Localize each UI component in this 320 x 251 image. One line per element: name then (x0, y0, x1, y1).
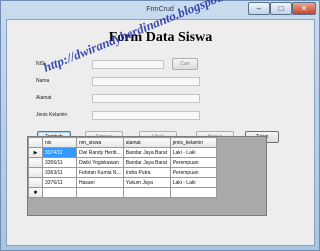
table-cell[interactable]: 3356/11 (42, 157, 77, 168)
table-cell[interactable]: Laki - Laki (169, 147, 217, 158)
table-cell[interactable]: Bandar Jaya Barat (122, 157, 171, 168)
data-table: nis nm_siswa alamat jenis_kelamin ▶ 3374… (28, 137, 217, 198)
jenis-kelamin-input[interactable] (92, 111, 200, 120)
table-cell[interactable]: Indra Putra (122, 167, 171, 178)
table-cell[interactable]: 3374/11 (42, 147, 77, 158)
alamat-label: Alamat (36, 95, 52, 101)
table-cell[interactable] (76, 187, 124, 198)
header-row: nis nm_siswa alamat jenis_kelamin (28, 137, 217, 148)
table-row[interactable]: 3363/11 Febrian Kumia N... Indra Putra P… (28, 167, 217, 178)
jenis-kelamin-label: Jenis Kelamin (36, 112, 68, 118)
table-row[interactable]: ▶ 3374/11 Dwi Randy Herdi... Bandar Jaya… (28, 147, 217, 158)
table-cell[interactable]: Hasani (76, 177, 124, 188)
data-grid[interactable]: nis nm_siswa alamat jenis_kelamin ▶ 3374… (27, 136, 267, 216)
table-cell[interactable] (122, 187, 171, 198)
table-row[interactable]: 3356/11 Dwiki Yogiskawan Bandar Jaya Bar… (28, 157, 217, 168)
column-header-alamat[interactable]: alamat (122, 137, 171, 148)
table-cell[interactable]: Febrian Kumia N... (76, 167, 124, 178)
nis-input[interactable] (92, 60, 164, 69)
table-cell[interactable]: Yukum Jaya (122, 177, 171, 188)
page-title: Form Data Siswa (108, 30, 213, 45)
table-cell[interactable] (42, 187, 77, 198)
table-cell[interactable] (169, 187, 217, 198)
minimize-button[interactable]: – (248, 2, 270, 15)
table-cell[interactable]: Bandar Jaya Barat (122, 147, 171, 158)
nama-input[interactable] (92, 77, 200, 86)
cari-button[interactable]: Cari (172, 58, 198, 70)
column-header-jenis-kelamin[interactable]: jenis_kelamin (169, 137, 217, 148)
table-cell[interactable]: Dwiki Yogiskawan (76, 157, 124, 168)
row-header[interactable] (28, 167, 43, 178)
table-cell[interactable]: Perempuan (169, 167, 217, 178)
new-row-marker[interactable]: ✱ (28, 187, 43, 198)
row-header-corner (28, 137, 43, 148)
nama-label: Nama (36, 78, 50, 84)
current-row-marker[interactable]: ▶ (28, 147, 43, 158)
column-header-nis[interactable]: nis (42, 137, 77, 148)
table-cell[interactable]: Dwi Randy Herdi... (76, 147, 124, 158)
app-window: FrmCrud – □ ✕ Form Data Siswa NIS Cari N… (0, 0, 320, 251)
row-header[interactable] (28, 157, 43, 168)
close-button[interactable]: ✕ (292, 2, 316, 15)
maximize-button[interactable]: □ (270, 2, 292, 15)
table-cell[interactable]: 3376/11 (42, 177, 77, 188)
column-header-nm-siswa[interactable]: nm_siswa (76, 137, 124, 148)
alamat-input[interactable] (92, 94, 200, 103)
row-header[interactable] (28, 177, 43, 188)
table-cell[interactable]: Laki - Laki (169, 177, 217, 188)
table-row[interactable]: 3376/11 Hasani Yukum Jaya Laki - Laki (28, 177, 217, 188)
new-row[interactable]: ✱ (28, 187, 217, 198)
table-cell[interactable]: Perempuan (169, 157, 217, 168)
table-cell[interactable]: 3363/11 (42, 167, 77, 178)
